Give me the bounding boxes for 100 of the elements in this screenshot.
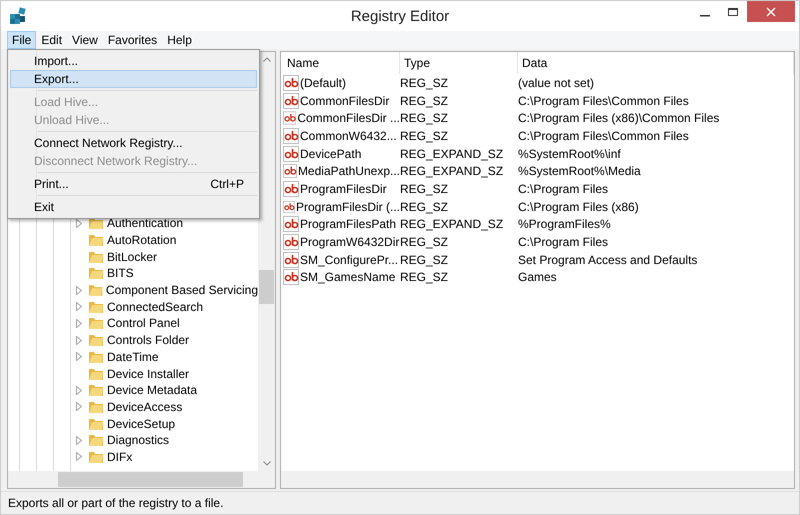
tree-item[interactable]: Authentication: [107, 216, 184, 230]
horizontal-scrollbar[interactable]: [8, 471, 275, 488]
menu-item[interactable]: Help: [162, 31, 197, 49]
table-cell-text: %SystemRoot%\Media: [518, 164, 642, 178]
tree-item[interactable]: Device Installer: [107, 366, 190, 381]
table-cell-text: REG_EXPAND_SZ: [400, 164, 504, 178]
string-value-icon: [283, 128, 299, 144]
table-cell-text: REG_EXPAND_SZ: [400, 217, 504, 232]
maximize-icon: [728, 6, 738, 16]
string-value-icon: [283, 110, 296, 126]
folder-icon: [88, 383, 104, 398]
string-value-icon: [283, 252, 299, 268]
menu-entry[interactable]: Connect Network Registry...: [10, 134, 257, 152]
string-value-icon: [283, 234, 299, 250]
table-cell-text: REG_SZ: [400, 200, 450, 214]
menu-entry[interactable]: Exit: [10, 198, 257, 216]
table-cell-text: REG_EXPAND_SZ: [400, 146, 504, 161]
scroll-up-icon[interactable]: [262, 57, 270, 62]
string-value-icon: [283, 269, 299, 286]
table-cell-text: REG_SZ: [400, 111, 450, 126]
table-cell-text: REG_SZ: [400, 128, 450, 143]
folder-icon: [88, 450, 104, 464]
folder-icon: [88, 216, 104, 230]
table-cell: SM_GamesName: [300, 270, 396, 284]
table-cell: MediaPathUnexp...: [298, 164, 400, 178]
string-value-icon: [283, 146, 299, 162]
table-cell-text: REG_SZ: [400, 270, 450, 284]
scroll-thumb[interactable]: [259, 270, 274, 304]
column-header[interactable]: Name: [283, 52, 400, 74]
folder-icon: [88, 333, 104, 348]
table-cell: (Default): [300, 76, 346, 90]
tree-item[interactable]: DIFx: [107, 450, 132, 464]
minimize-icon: [700, 14, 710, 16]
table-cell-text: Set Program Access and Defaults: [518, 252, 698, 267]
tree-item[interactable]: Control Panel: [107, 316, 180, 330]
tree-item[interactable]: DateTime: [107, 350, 159, 364]
table-cell-text: C:\Program Files\Common Files: [518, 94, 690, 108]
folder-icon: [88, 250, 104, 264]
table-cell-text: Games: [518, 270, 558, 284]
window-title: Registry Editor: [350, 8, 450, 24]
table-cell: SM_ConfigurePr...: [300, 252, 398, 267]
menu-entry[interactable]: Print... Ctrl+P: [10, 175, 257, 193]
folder-icon: [88, 433, 104, 448]
tree-item[interactable]: AutoRotation: [107, 233, 176, 248]
folder-icon: [88, 316, 104, 330]
table-cell: ProgramW6432Dir: [300, 235, 400, 250]
tree-item[interactable]: Diagnostics: [107, 433, 170, 448]
vertical-scrollbar[interactable]: [258, 52, 275, 471]
table-cell-text: C:\Program Files: [518, 235, 610, 250]
tree-item[interactable]: BitLocker: [107, 250, 158, 264]
table-cell: CommonFilesDir: [300, 94, 390, 108]
table-cell-text: (value not set): [518, 76, 596, 90]
string-value-icon: [283, 163, 297, 180]
string-value-icon: [283, 198, 295, 215]
table-cell-text: C:\Program Files (x86): [518, 200, 640, 214]
status-bar: Exports all or part of the registry to a file.: [1, 491, 799, 514]
string-value-icon: [283, 216, 299, 232]
tree-item[interactable]: BITS: [107, 266, 134, 280]
folder-icon: [88, 416, 104, 431]
expand-arrow-icon[interactable]: [76, 218, 82, 228]
menu-item[interactable]: Edit: [36, 31, 68, 49]
scroll-down-icon[interactable]: [262, 461, 270, 466]
tree-item[interactable]: Controls Folder: [107, 333, 190, 348]
table-cell: DevicePath: [300, 146, 362, 161]
folder-icon: [88, 350, 104, 364]
table-cell-text: C:\Program Files (x86)\Common Files: [518, 111, 720, 126]
horizontal-scrollbar[interactable]: [281, 471, 794, 488]
folder-icon: [88, 233, 104, 248]
tree-item[interactable]: DeviceSetup: [107, 416, 176, 431]
string-value-icon: [283, 92, 299, 109]
folder-icon: [88, 266, 104, 280]
table-cell-text: REG_SZ: [400, 76, 450, 90]
table-cell: ProgramFilesDir (...: [296, 200, 400, 214]
menu-item[interactable]: View: [67, 31, 103, 49]
table-cell: CommonW6432...: [300, 128, 397, 143]
tree-item[interactable]: DeviceAccess: [107, 400, 182, 414]
table-cell: ProgramFilesDir: [300, 182, 387, 196]
menu-item[interactable]: Favorites: [102, 31, 162, 49]
column-header[interactable]: Data: [518, 52, 794, 74]
close-button[interactable]: [747, 1, 795, 22]
folder-icon: [88, 366, 104, 381]
tree-item[interactable]: ConnectedSearch: [107, 300, 204, 314]
table-cell-text: %SystemRoot%\inf: [518, 146, 622, 161]
folder-icon: [88, 300, 104, 314]
registry-cubes-icon: [9, 7, 27, 25]
tree-item[interactable]: Device Metadata: [107, 383, 198, 398]
table-cell-text: REG_SZ: [400, 235, 450, 250]
scroll-thumb[interactable]: [58, 472, 243, 487]
close-icon: [766, 6, 776, 16]
tree-item[interactable]: Component Based Servicing: [106, 283, 258, 298]
menu-entry[interactable]: Import...: [10, 52, 257, 70]
string-value-icon: [283, 180, 299, 197]
column-header[interactable]: Type: [400, 52, 518, 74]
table-cell-text: REG_SZ: [400, 94, 450, 108]
table-cell-text: REG_SZ: [400, 182, 450, 196]
menu-entry[interactable]: Export...: [10, 70, 257, 88]
menu-item[interactable]: File: [7, 31, 36, 49]
folder-icon: [88, 283, 103, 298]
table-cell-text: C:\Program Files\Common Files: [518, 128, 690, 143]
table-cell-text: REG_SZ: [400, 252, 450, 267]
